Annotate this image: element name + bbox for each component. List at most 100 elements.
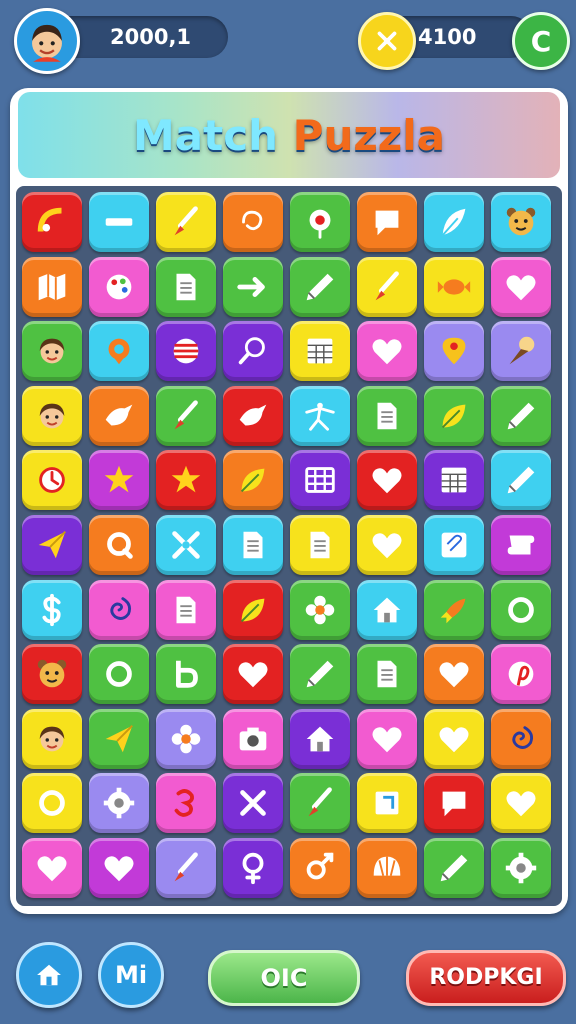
add-coins-label: C	[530, 24, 552, 58]
tile[interactable]	[357, 838, 417, 898]
tile[interactable]	[290, 515, 350, 575]
tile[interactable]	[22, 773, 82, 834]
tile[interactable]	[491, 515, 551, 575]
tile[interactable]	[156, 579, 216, 640]
tile[interactable]	[89, 708, 149, 769]
tile[interactable]	[357, 773, 417, 834]
tile[interactable]	[156, 450, 216, 511]
tile[interactable]	[424, 515, 484, 575]
tile[interactable]	[357, 256, 417, 317]
tile[interactable]	[424, 385, 484, 446]
tile[interactable]	[156, 838, 216, 898]
tile[interactable]	[89, 838, 149, 898]
tile[interactable]	[223, 450, 283, 511]
tile[interactable]	[424, 644, 484, 705]
tile[interactable]	[491, 773, 551, 834]
tile[interactable]	[357, 644, 417, 705]
home-button[interactable]	[16, 942, 82, 1008]
tile[interactable]	[290, 579, 350, 640]
tile[interactable]	[357, 450, 417, 511]
tile[interactable]	[491, 708, 551, 769]
tile[interactable]	[357, 708, 417, 769]
ok-button[interactable]: OIC	[208, 950, 360, 1006]
tile[interactable]	[89, 773, 149, 834]
tile[interactable]	[223, 321, 283, 382]
tile[interactable]	[89, 644, 149, 705]
tile[interactable]	[89, 450, 149, 511]
tile[interactable]	[223, 515, 283, 575]
tile[interactable]	[357, 515, 417, 575]
scroll-icon	[507, 535, 535, 555]
tile[interactable]	[357, 321, 417, 382]
tile[interactable]	[424, 192, 484, 252]
tile[interactable]	[22, 450, 82, 511]
tile[interactable]	[491, 321, 551, 382]
tile[interactable]	[424, 256, 484, 317]
red-action-button[interactable]: RODPKGI	[406, 950, 566, 1006]
tile[interactable]	[290, 644, 350, 705]
tile[interactable]	[22, 838, 82, 898]
tile[interactable]	[223, 644, 283, 705]
tile[interactable]	[156, 321, 216, 382]
tile[interactable]	[290, 838, 350, 898]
tile[interactable]	[156, 192, 216, 252]
tile[interactable]	[290, 773, 350, 834]
tile[interactable]	[156, 708, 216, 769]
tile[interactable]	[223, 579, 283, 640]
tile[interactable]	[22, 708, 82, 769]
tile[interactable]	[357, 192, 417, 252]
tile[interactable]	[22, 321, 82, 382]
tile[interactable]	[22, 644, 82, 705]
tile[interactable]	[22, 256, 82, 317]
tile[interactable]	[357, 579, 417, 640]
tile[interactable]	[491, 192, 551, 252]
tile[interactable]	[156, 385, 216, 446]
tile[interactable]	[491, 644, 551, 705]
tile[interactable]	[491, 450, 551, 511]
tile[interactable]	[424, 708, 484, 769]
tile[interactable]	[223, 838, 283, 898]
tile[interactable]	[223, 385, 283, 446]
tile[interactable]	[424, 450, 484, 511]
tile[interactable]	[290, 385, 350, 446]
tile[interactable]	[156, 515, 216, 575]
tile[interactable]	[424, 579, 484, 640]
home-icon	[37, 964, 61, 986]
tile[interactable]	[290, 708, 350, 769]
player-avatar[interactable]	[14, 8, 80, 74]
tile[interactable]	[22, 192, 82, 252]
tile[interactable]	[156, 773, 216, 834]
tile[interactable]	[156, 644, 216, 705]
tile[interactable]	[156, 256, 216, 317]
tile[interactable]	[424, 838, 484, 898]
tile[interactable]	[491, 385, 551, 446]
mi-button[interactable]: Mi	[98, 942, 164, 1008]
shell-icon	[373, 856, 401, 876]
tile[interactable]	[491, 838, 551, 898]
tile[interactable]	[290, 321, 350, 382]
tile[interactable]	[89, 385, 149, 446]
tile[interactable]	[290, 192, 350, 252]
tile[interactable]	[22, 579, 82, 640]
tile[interactable]	[491, 579, 551, 640]
tile[interactable]	[89, 256, 149, 317]
tile[interactable]	[22, 385, 82, 446]
tile[interactable]	[424, 773, 484, 834]
tile[interactable]	[89, 515, 149, 575]
tile[interactable]	[89, 579, 149, 640]
tile[interactable]	[89, 192, 149, 252]
add-coins-button[interactable]: C	[512, 12, 570, 70]
tile[interactable]	[223, 708, 283, 769]
heart-icon	[439, 662, 469, 688]
tile[interactable]	[424, 321, 484, 382]
tile[interactable]	[223, 256, 283, 317]
tile[interactable]	[290, 450, 350, 511]
tile[interactable]	[290, 256, 350, 317]
tile[interactable]	[223, 192, 283, 252]
tile[interactable]	[22, 515, 82, 575]
tile[interactable]	[491, 256, 551, 317]
grid-icon	[305, 467, 335, 494]
tile[interactable]	[89, 321, 149, 382]
tile[interactable]	[223, 773, 283, 834]
tile[interactable]	[357, 385, 417, 446]
